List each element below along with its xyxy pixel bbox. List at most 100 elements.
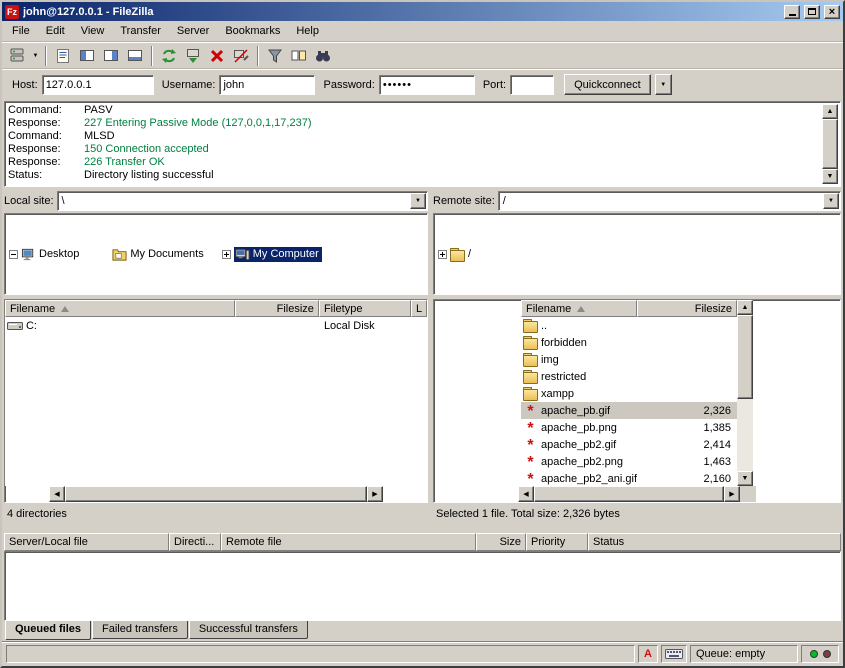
selected-tree-item: My Computer — [234, 247, 322, 262]
combo-dropdown-button[interactable]: ▼ — [823, 193, 839, 209]
site-manager-button[interactable] — [6, 45, 30, 67]
remote-horizontal-scrollbar[interactable]: ◀ ▶ — [518, 486, 756, 502]
remote-file-row[interactable]: img — [521, 351, 737, 368]
scrollbar-corner — [740, 486, 756, 502]
remote-file-row-selected[interactable]: *apache_pb.gif 2,326 — [521, 402, 737, 419]
expand-icon[interactable] — [222, 250, 231, 259]
column-filename[interactable]: Filename — [5, 300, 235, 317]
folder-icon — [523, 336, 538, 349]
tab-successful-transfers[interactable]: Successful transfers — [189, 621, 308, 639]
window-title: john@127.0.0.1 - FileZilla — [23, 6, 780, 18]
column-last-modified[interactable]: L — [411, 300, 427, 317]
remote-file-row[interactable]: .. — [521, 317, 737, 334]
maximize-button[interactable] — [804, 5, 820, 19]
column-direction[interactable]: Directi... — [169, 533, 221, 551]
folder-icon — [523, 353, 538, 366]
password-input[interactable] — [380, 78, 474, 92]
scroll-left-button[interactable]: ◀ — [518, 486, 534, 502]
toggle-queue-button[interactable] — [123, 45, 147, 67]
horizontal-splitter[interactable] — [2, 525, 843, 533]
tree-item-desktop[interactable]: Desktop — [5, 246, 79, 263]
remote-file-row[interactable]: xampp — [521, 385, 737, 402]
menu-transfer[interactable]: Transfer — [112, 22, 169, 40]
column-status[interactable]: Status — [588, 533, 841, 551]
arrow-right-icon: ▶ — [729, 490, 734, 498]
scroll-left-button[interactable]: ◀ — [49, 486, 65, 502]
find-button[interactable] — [311, 45, 335, 67]
folder-icon — [523, 387, 538, 400]
broken-file-icon: * — [523, 437, 538, 452]
tree-item-my-computer[interactable]: My Computer — [204, 246, 322, 263]
tab-failed-transfers[interactable]: Failed transfers — [92, 621, 188, 639]
remote-tree: / — [433, 213, 841, 295]
remote-file-row[interactable]: restricted — [521, 368, 737, 385]
expand-icon[interactable] — [438, 250, 447, 259]
local-horizontal-scrollbar[interactable]: ◀ ▶ — [49, 486, 383, 502]
sort-ascending-icon — [577, 306, 585, 312]
scroll-thumb[interactable] — [534, 486, 724, 502]
column-filesize[interactable]: Filesize — [637, 300, 737, 317]
menu-edit[interactable]: Edit — [38, 22, 73, 40]
compare-button[interactable] — [287, 45, 311, 67]
remote-file-row[interactable]: forbidden — [521, 334, 737, 351]
remote-site-combo[interactable]: / ▼ — [498, 191, 841, 211]
port-input[interactable] — [511, 78, 553, 92]
tab-queued-files[interactable]: Queued files — [5, 621, 91, 640]
scroll-down-button[interactable]: ▼ — [737, 471, 753, 486]
menu-help[interactable]: Help — [288, 22, 327, 40]
remote-vertical-scrollbar[interactable]: ▲ ▼ — [737, 300, 753, 486]
column-filetype[interactable]: Filetype — [319, 300, 411, 317]
log-scrollbar[interactable]: ▲ ▼ — [822, 104, 838, 184]
refresh-button[interactable] — [157, 45, 181, 67]
toggle-message-log-button[interactable] — [51, 45, 75, 67]
tree-item-my-documents[interactable]: My Documents — [79, 246, 203, 263]
column-remote-file[interactable]: Remote file — [221, 533, 476, 551]
filter-button[interactable] — [263, 45, 287, 67]
column-size[interactable]: Size — [476, 533, 526, 551]
quickconnect-dropdown[interactable]: ▼ — [655, 74, 672, 95]
minimize-button[interactable] — [784, 5, 800, 19]
combo-dropdown-button[interactable]: ▼ — [410, 193, 426, 209]
site-manager-dropdown[interactable]: ▼ — [30, 45, 41, 67]
scroll-thumb[interactable] — [822, 119, 838, 169]
remote-file-row[interactable]: *apache_pb2_ani.gif 2,160 — [521, 470, 737, 486]
scroll-up-button[interactable]: ▲ — [822, 104, 838, 119]
remote-file-row[interactable]: *apache_pb.png 1,385 — [521, 419, 737, 436]
scroll-thumb[interactable] — [737, 315, 753, 399]
compare-icon — [290, 47, 308, 65]
scroll-down-button[interactable]: ▼ — [822, 169, 838, 184]
remote-file-row[interactable]: *apache_pb2.gif 2,414 — [521, 436, 737, 453]
scroll-right-button[interactable]: ▶ — [367, 486, 383, 502]
menu-view[interactable]: View — [73, 22, 113, 40]
quickconnect-button[interactable]: Quickconnect — [564, 74, 651, 95]
local-status-text: 4 directories — [4, 503, 428, 525]
remote-file-row[interactable]: *apache_pb2.png 1,463 — [521, 453, 737, 470]
menu-server[interactable]: Server — [169, 22, 217, 40]
local-file-row[interactable]: C: Local Disk — [5, 317, 427, 334]
local-list-body: C: Local Disk — [5, 317, 427, 486]
statusbar: A Queue: empty — [2, 641, 843, 666]
close-button[interactable]: × — [824, 5, 840, 19]
disconnect-button[interactable] — [229, 45, 253, 67]
tree-item-root[interactable]: / — [434, 246, 471, 263]
scroll-up-button[interactable]: ▲ — [737, 300, 753, 315]
column-server-local-file[interactable]: Server/Local file — [4, 533, 169, 551]
username-input[interactable] — [220, 78, 314, 92]
scroll-right-button[interactable]: ▶ — [724, 486, 740, 502]
queue-header: Server/Local file Directi... Remote file… — [4, 533, 841, 551]
cancel-button[interactable] — [205, 45, 229, 67]
menu-bookmarks[interactable]: Bookmarks — [217, 22, 288, 40]
toggle-remote-tree-button[interactable] — [99, 45, 123, 67]
log-line: Status:Directory listing successful — [8, 169, 820, 182]
collapse-icon[interactable] — [9, 250, 18, 259]
column-filename[interactable]: Filename — [521, 300, 637, 317]
column-priority[interactable]: Priority — [526, 533, 588, 551]
process-queue-button[interactable] — [181, 45, 205, 67]
scroll-thumb[interactable] — [65, 486, 367, 502]
host-input[interactable] — [43, 78, 153, 92]
titlebar[interactable]: Fz john@127.0.0.1 - FileZilla × — [2, 2, 843, 21]
menu-file[interactable]: File — [4, 22, 38, 40]
column-filesize[interactable]: Filesize — [235, 300, 319, 317]
toggle-local-tree-button[interactable] — [75, 45, 99, 67]
local-site-combo[interactable]: \ ▼ — [57, 191, 428, 211]
